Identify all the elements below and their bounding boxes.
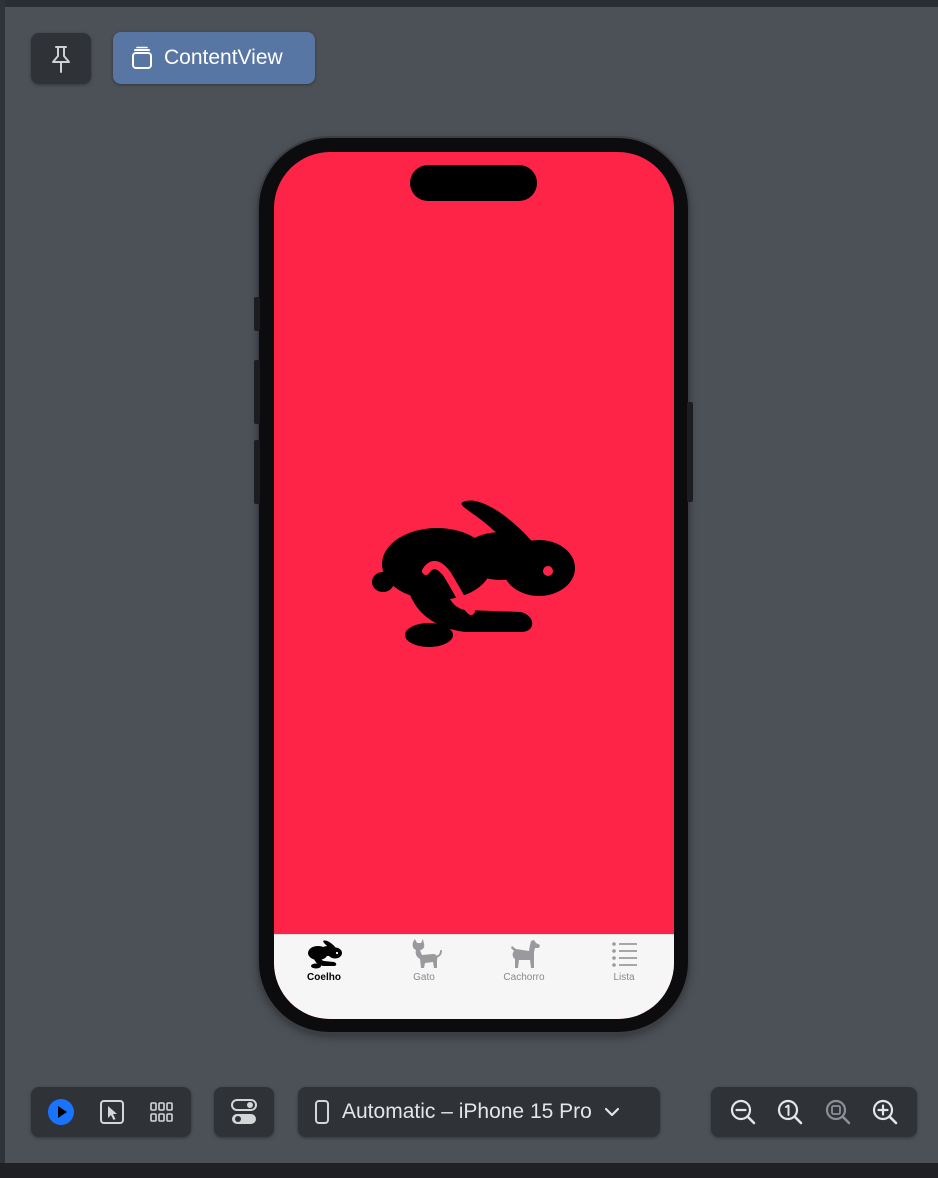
tab-cachorro[interactable]: Cachorro <box>474 939 574 989</box>
content-view-label: ContentView <box>164 46 283 69</box>
hare-fill-icon <box>371 498 578 648</box>
canvas-settings-button[interactable] <box>214 1087 274 1137</box>
cursor-icon <box>100 1100 124 1124</box>
zoom-in-button[interactable] <box>871 1098 899 1126</box>
list-bullet-icon <box>605 939 643 969</box>
power-button <box>687 402 693 502</box>
window-top-edge <box>0 0 938 7</box>
zoom-one-icon <box>778 1099 803 1125</box>
stack-icon <box>130 46 154 70</box>
preview-mode-group <box>31 1087 191 1137</box>
zoom-in-icon <box>873 1099 898 1125</box>
tab-gato[interactable]: Gato <box>374 939 474 989</box>
device-picker[interactable]: Automatic – iPhone 15 Pro <box>298 1087 660 1137</box>
pin-icon <box>48 44 74 74</box>
dog-fill-icon <box>505 939 543 969</box>
tab-label: Cachorro <box>503 972 545 983</box>
volume-up-button <box>254 360 260 424</box>
device-label: Automatic – iPhone 15 Pro <box>342 1100 592 1123</box>
zoom-controls <box>711 1087 917 1137</box>
toggles-icon <box>230 1098 258 1126</box>
phone-screen: Coelho Gato Cachorro Lista <box>274 152 674 1019</box>
grid-icon <box>150 1102 173 1122</box>
volume-down-button <box>254 440 260 504</box>
hare-fill-icon <box>305 939 343 969</box>
tab-label: Coelho <box>307 972 341 983</box>
tab-label: Lista <box>613 972 635 983</box>
dynamic-island <box>410 165 537 201</box>
zoom-to-fit-button[interactable] <box>824 1098 852 1126</box>
chevron-down-icon <box>604 1106 620 1118</box>
zoom-actual-size-button[interactable] <box>776 1098 804 1126</box>
live-preview-button[interactable] <box>47 1098 75 1126</box>
zoom-out-button[interactable] <box>729 1098 757 1126</box>
zoom-fit-icon <box>825 1099 851 1125</box>
variants-grid-button[interactable] <box>149 1101 175 1123</box>
iphone-icon <box>314 1099 330 1125</box>
action-button <box>254 297 260 331</box>
tab-bar: Coelho Gato Cachorro Lista <box>274 934 674 1019</box>
pin-preview-button[interactable] <box>31 33 91 84</box>
window-left-edge <box>0 0 5 1178</box>
tab-coelho[interactable]: Coelho <box>274 939 374 989</box>
play-circle-icon <box>48 1099 74 1125</box>
tab-lista[interactable]: Lista <box>574 939 674 989</box>
content-view-button[interactable]: ContentView <box>113 32 315 84</box>
selectable-mode-button[interactable] <box>99 1099 125 1125</box>
zoom-out-icon <box>730 1099 756 1125</box>
window-bottom-edge <box>0 1163 938 1178</box>
cat-fill-icon <box>405 939 443 969</box>
tab-label: Gato <box>413 972 435 983</box>
